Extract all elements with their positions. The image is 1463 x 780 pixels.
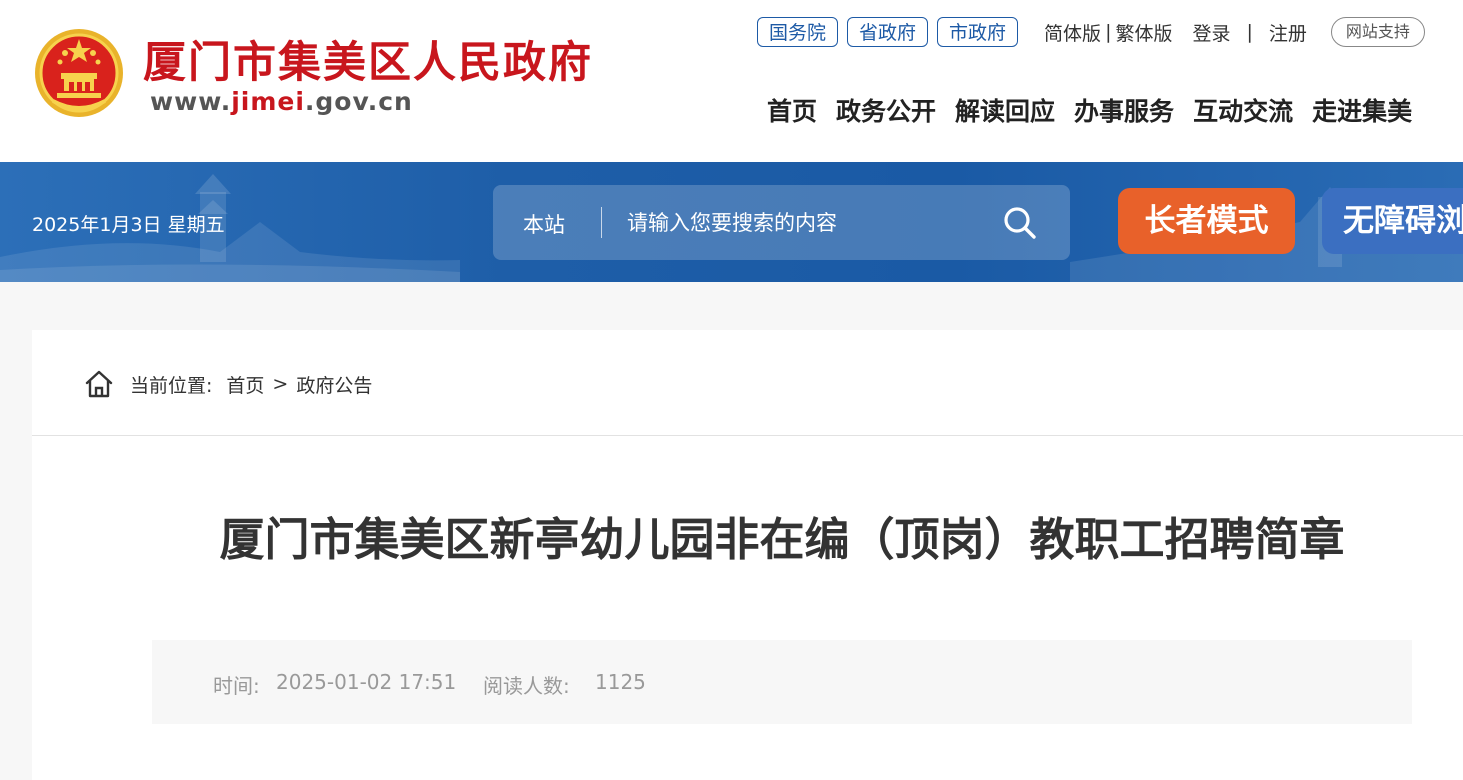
nav-services[interactable]: 办事服务: [1074, 92, 1174, 128]
search-input[interactable]: [627, 204, 987, 242]
publish-time: 2025-01-02 17:51: [276, 670, 457, 694]
account-separator: |: [1246, 21, 1253, 43]
nav-home[interactable]: 首页: [767, 92, 817, 128]
lang-traditional[interactable]: 繁体版: [1115, 19, 1172, 46]
search-icon[interactable]: [1002, 205, 1038, 241]
current-date: 2025年1月3日 星期五: [32, 214, 225, 236]
article-meta: 时间: 2025-01-02 17:51 阅读人数: 1125: [152, 640, 1412, 724]
nav-about-jimei[interactable]: 走进集美: [1312, 92, 1412, 128]
site-support-button[interactable]: 网站支持: [1330, 17, 1425, 47]
breadcrumb: 当前位置: 首页 > 政府公告: [84, 367, 372, 401]
publish-time-label: 时间:: [213, 674, 260, 698]
register-link[interactable]: 注册: [1269, 19, 1307, 46]
read-count: 1125: [595, 670, 646, 694]
lang-simplified[interactable]: 简体版: [1044, 19, 1101, 46]
link-province-gov[interactable]: 省政府: [847, 17, 929, 47]
breadcrumb-current[interactable]: 政府公告: [296, 371, 372, 398]
nav-interaction[interactable]: 互动交流: [1193, 92, 1293, 128]
link-state-council[interactable]: 国务院: [757, 17, 839, 47]
read-count-label: 阅读人数:: [483, 674, 570, 698]
nav-interpretation[interactable]: 解读回应: [955, 92, 1055, 128]
site-url: www.jimei.gov.cn: [150, 87, 413, 116]
link-city-gov[interactable]: 市政府: [937, 17, 1019, 47]
search-divider: [601, 207, 602, 238]
breadcrumb-label: 当前位置:: [130, 374, 213, 397]
top-links: 国务院 省政府 市政府 简体版 | 繁体版 登录 | 注册 网站支持: [757, 15, 1425, 49]
home-icon[interactable]: [84, 369, 114, 399]
breadcrumb-divider: [32, 435, 1463, 436]
banner: 2025年1月3日 星期五 本站 长者模式 无障碍浏览: [0, 162, 1463, 282]
login-link[interactable]: 登录: [1192, 19, 1230, 46]
site-title[interactable]: 厦门市集美区人民政府: [143, 28, 593, 90]
site-url-suffix: .gov.cn: [304, 87, 413, 116]
breadcrumb-arrow: >: [272, 373, 289, 395]
national-emblem-logo[interactable]: [33, 27, 125, 119]
nav-gov-affairs[interactable]: 政务公开: [836, 92, 936, 128]
main-nav: 首页 政务公开 解读回应 办事服务 互动交流 走进集美: [767, 92, 1431, 128]
site-url-domain: jimei: [231, 87, 305, 116]
site-header: 厦门市集美区人民政府 www.jimei.gov.cn 国务院 省政府 市政府 …: [0, 0, 1463, 162]
article-title: 厦门市集美区新亭幼儿园非在编（顶岗）教职工招聘简章: [219, 513, 1345, 566]
lang-separator: |: [1105, 21, 1112, 43]
accessibility-mode-button[interactable]: 无障碍浏览: [1322, 188, 1463, 254]
search-box: 本站: [493, 185, 1070, 260]
elder-mode-button[interactable]: 长者模式: [1118, 188, 1295, 254]
article-card: 当前位置: 首页 > 政府公告 厦门市集美区新亭幼儿园非在编（顶岗）教职工招聘简…: [32, 330, 1463, 780]
search-scope-selector[interactable]: 本站: [523, 209, 565, 239]
site-url-prefix: www.: [150, 87, 232, 116]
breadcrumb-home[interactable]: 首页: [226, 371, 264, 398]
